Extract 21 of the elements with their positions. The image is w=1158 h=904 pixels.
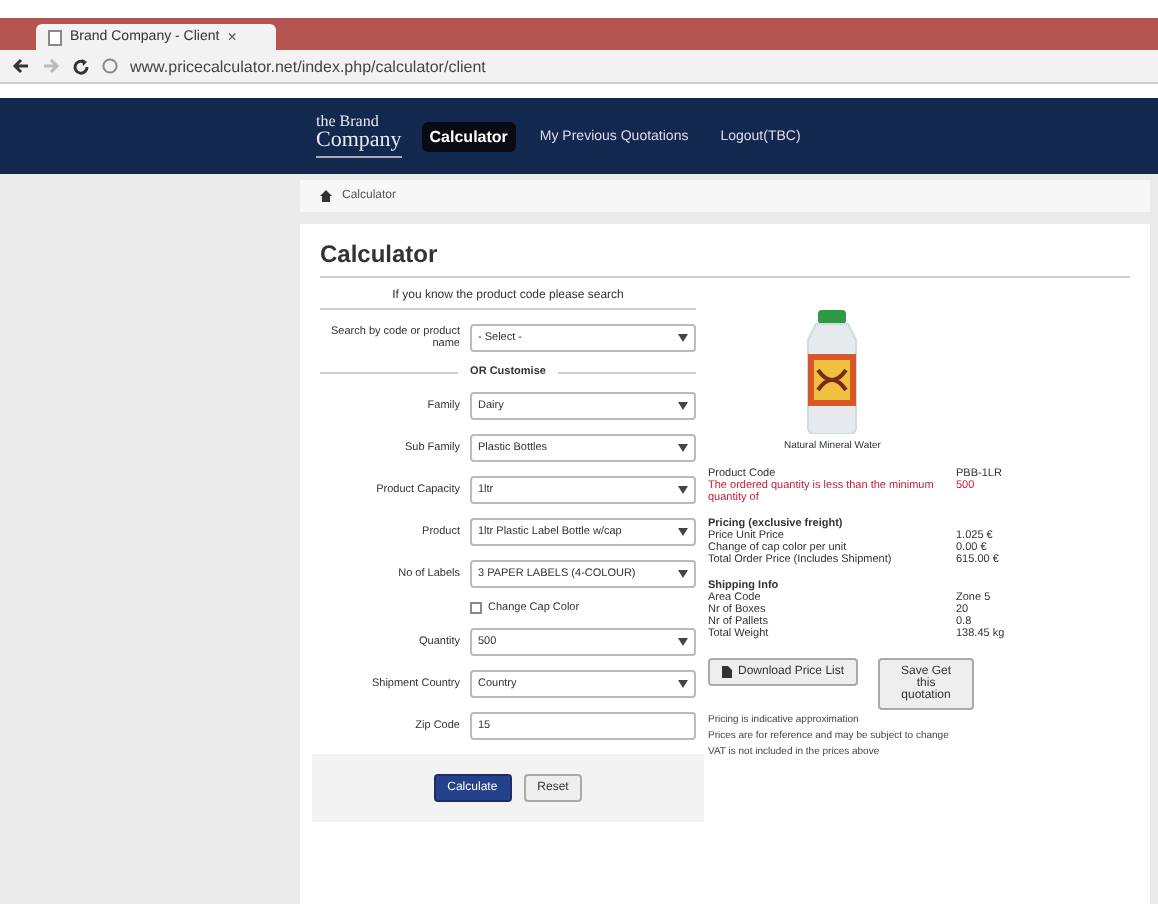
caret-icon xyxy=(678,444,688,452)
page-title: Calculator xyxy=(320,240,1130,278)
reload-icon[interactable] xyxy=(72,57,90,75)
caret-icon xyxy=(678,638,688,646)
caret-icon xyxy=(678,486,688,494)
caret-icon xyxy=(678,402,688,410)
back-arrow-icon[interactable] xyxy=(12,58,30,74)
caret-icon xyxy=(678,528,688,536)
caret-icon xyxy=(678,334,688,342)
caret-icon xyxy=(678,570,688,578)
caret-icon xyxy=(678,680,688,688)
document-icon xyxy=(722,666,732,678)
home-icon[interactable] xyxy=(320,190,332,202)
bottle-drawing xyxy=(807,310,858,434)
tab-close-button[interactable]: × xyxy=(227,28,264,46)
nav-link[interactable]: Calculator xyxy=(421,121,516,151)
page-info-icon[interactable] xyxy=(102,58,118,74)
page-icon xyxy=(48,29,62,45)
checkbox[interactable] xyxy=(470,602,482,614)
address-bar-url[interactable]: www.pricecalculator.net/index.php/calculator/client xyxy=(130,57,486,75)
company-logo[interactable]: the Brand Company xyxy=(316,114,402,158)
